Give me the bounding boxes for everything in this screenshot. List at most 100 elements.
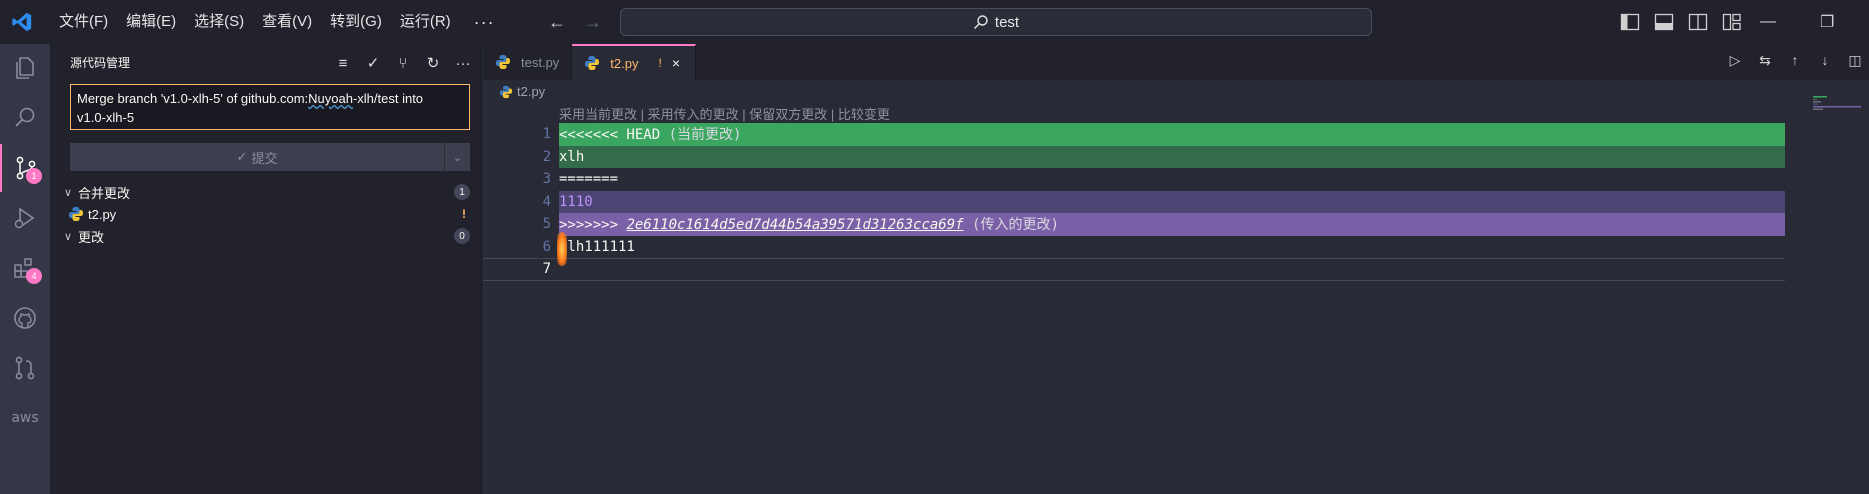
source-control-sidebar: 源代码管理 ≡ ✓ ⑂ ↻ ··· Merge branch 'v1.0-xlh…: [50, 44, 482, 494]
commit-message-input[interactable]: Merge branch 'v1.0-xlh-5' of github.com:…: [70, 84, 470, 130]
explorer-button[interactable]: [0, 44, 50, 92]
tab-label: test.py: [521, 54, 560, 70]
pull-push-icon[interactable]: ⑂: [393, 55, 413, 72]
search-text: test: [994, 13, 1020, 31]
github-button[interactable]: [0, 294, 50, 342]
compare-changes-link[interactable]: 比较变更: [838, 107, 890, 122]
restore-icon[interactable]: ❐: [1820, 12, 1834, 32]
code-line[interactable]: 1 <<<<<<< HEAD (当前更改): [483, 123, 1785, 146]
python-file-icon: [69, 207, 83, 221]
extensions-badge: 4: [26, 268, 42, 284]
menu-run[interactable]: 运行(R): [391, 0, 460, 44]
line-number: 1: [542, 126, 551, 143]
codelens-separator: |: [827, 107, 838, 122]
code-line-current[interactable]: 7: [483, 258, 1785, 281]
merge-file-name: t2.py: [88, 206, 117, 222]
menu-more-icon[interactable]: ···: [460, 12, 509, 33]
code-line[interactable]: 6 xlh111111: [483, 236, 1785, 259]
accept-incoming-change-link[interactable]: 采用传入的更改: [648, 107, 739, 122]
refresh-icon[interactable]: ↻: [423, 54, 443, 72]
aws-icon: aws: [11, 410, 39, 426]
menu-bar: 文件(F) 编辑(E) 选择(S) 查看(V) 转到(G) 运行(R) ···: [50, 0, 509, 44]
forward-arrow-icon[interactable]: →: [584, 12, 602, 33]
menu-go[interactable]: 转到(G): [321, 0, 391, 44]
line-text: <<<<<<< HEAD (当前更改): [559, 127, 742, 144]
commit-message-text: Merge branch 'v1.0-xlh-5' of github.com:: [77, 91, 309, 106]
run-file-icon[interactable]: ▷: [1727, 52, 1743, 69]
commit-message-line2: v1.0-xlh-5: [77, 110, 135, 125]
line-text: xlh111111: [559, 238, 635, 255]
code-line[interactable]: 3 =======: [483, 168, 1785, 191]
minimap[interactable]: [1813, 96, 1863, 126]
line-text: 1110: [559, 193, 593, 210]
line-number: 6: [542, 238, 551, 255]
more-actions-icon[interactable]: ···: [453, 55, 473, 72]
pull-requests-button[interactable]: [0, 344, 50, 392]
check-icon: ✓: [236, 149, 248, 164]
codelens-separator: |: [637, 107, 648, 122]
commit-button-label: 提交: [251, 150, 278, 166]
changes-group[interactable]: ∨ 更改 0: [50, 225, 482, 247]
source-control-badge: 1: [26, 168, 42, 184]
commit-check-icon[interactable]: ✓: [363, 54, 383, 72]
navigation-arrows: ← →: [548, 0, 602, 44]
menu-selection[interactable]: 选择(S): [185, 0, 253, 44]
activity-bar: 1 4 aws: [0, 44, 50, 494]
code-line[interactable]: 4 1110: [483, 190, 1785, 213]
accept-current-change-link[interactable]: 采用当前更改: [559, 107, 637, 122]
minimize-icon[interactable]: —: [1760, 13, 1776, 31]
line-number: 2: [542, 148, 551, 165]
line-number: 7: [542, 261, 551, 278]
python-file-icon: [585, 56, 600, 70]
chevron-down-icon: ∨: [64, 186, 73, 199]
back-arrow-icon[interactable]: ←: [548, 12, 566, 33]
search-button[interactable]: [0, 94, 50, 142]
toggle-primary-sidebar-icon[interactable]: [1620, 13, 1640, 31]
changes-label: 更改: [78, 229, 105, 245]
extensions-button[interactable]: 4: [0, 244, 50, 292]
customize-layout-icon[interactable]: [1722, 13, 1742, 31]
editor-tabs: test.py t2.py ! ×: [483, 44, 1869, 80]
github-icon: [14, 307, 36, 329]
tab-label: t2.py: [610, 55, 639, 71]
source-control-button[interactable]: 1: [0, 144, 50, 192]
window-controls: — ❐: [1760, 0, 1834, 44]
aws-button[interactable]: aws: [0, 394, 50, 442]
editor-actions: ▷ ⇆ ↑ ↓ ◫: [1727, 52, 1863, 69]
open-changes-icon[interactable]: ⇆: [1757, 52, 1773, 69]
breadcrumb-file: t2.py: [517, 84, 546, 99]
accept-both-changes-link[interactable]: 保留双方更改: [749, 107, 827, 122]
merge-changes-label: 合并更改: [78, 185, 131, 201]
tab-t2-py[interactable]: t2.py ! ×: [572, 44, 697, 80]
commit-button-group: ✓ 提交 ⌄: [70, 143, 470, 171]
tab-test-py[interactable]: test.py: [483, 44, 573, 80]
menu-view[interactable]: 查看(V): [253, 0, 321, 44]
title-bar: 文件(F) 编辑(E) 选择(S) 查看(V) 转到(G) 运行(R) ··· …: [0, 0, 1869, 44]
python-file-icon: [499, 85, 513, 98]
toggle-secondary-sidebar-icon[interactable]: [1688, 13, 1708, 31]
split-editor-icon[interactable]: ◫: [1847, 52, 1863, 69]
command-center-search[interactable]: test: [620, 8, 1372, 36]
commit-dropdown-button[interactable]: ⌄: [444, 143, 470, 171]
line-number: 5: [542, 216, 551, 233]
tab-conflict-indicator: !: [658, 56, 662, 70]
line-text: =======: [559, 171, 619, 188]
close-icon[interactable]: ×: [672, 55, 680, 71]
merge-changes-group[interactable]: ∨ 合并更改 1: [50, 181, 482, 203]
python-file-icon: [496, 55, 510, 69]
chevron-down-icon: ∨: [64, 230, 73, 243]
toggle-panel-icon[interactable]: [1654, 13, 1674, 31]
merge-file-item[interactable]: t2.py !: [50, 203, 482, 225]
sidebar-actions: ≡ ✓ ⑂ ↻ ···: [333, 54, 473, 73]
run-debug-button[interactable]: [0, 194, 50, 242]
code-line[interactable]: 5 >>>>>>> 2e6110c1614d5ed7d44b54a39571d3…: [483, 213, 1785, 236]
run-debug-icon: [14, 207, 35, 229]
next-conflict-icon[interactable]: ↓: [1817, 52, 1833, 69]
code-line[interactable]: 2 xlh: [483, 145, 1785, 168]
menu-file[interactable]: 文件(F): [50, 0, 117, 44]
breadcrumb[interactable]: t2.py: [499, 84, 545, 99]
view-as-list-icon[interactable]: ≡: [333, 55, 353, 72]
menu-edit[interactable]: 编辑(E): [117, 0, 185, 44]
commit-button[interactable]: ✓ 提交: [70, 143, 444, 171]
previous-conflict-icon[interactable]: ↑: [1787, 52, 1803, 69]
